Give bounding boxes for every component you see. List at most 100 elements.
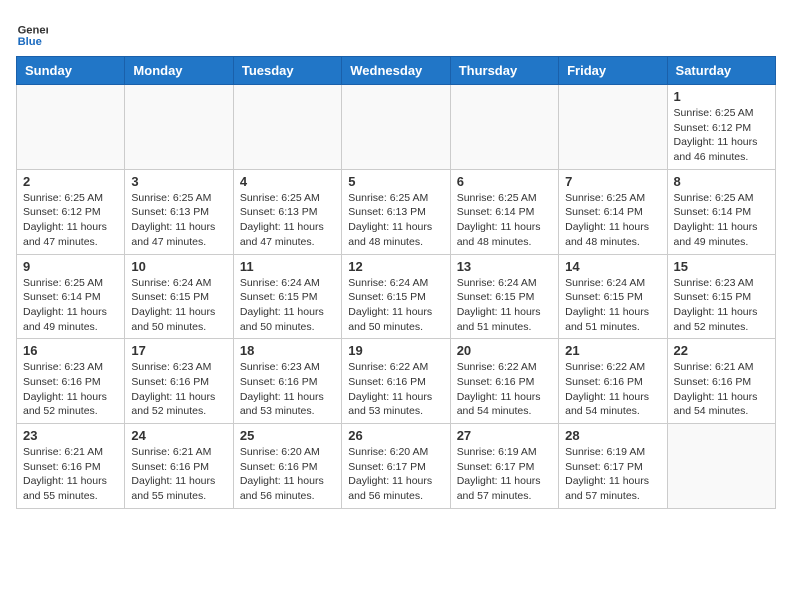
day-number: 26: [348, 428, 443, 443]
day-number: 22: [674, 343, 769, 358]
weekday-header-monday: Monday: [125, 57, 233, 85]
calendar-week-2: 2Sunrise: 6:25 AM Sunset: 6:12 PM Daylig…: [17, 169, 776, 254]
day-info: Sunrise: 6:19 AM Sunset: 6:17 PM Dayligh…: [565, 445, 660, 504]
day-number: 7: [565, 174, 660, 189]
day-number: 5: [348, 174, 443, 189]
day-number: 28: [565, 428, 660, 443]
day-info: Sunrise: 6:23 AM Sunset: 6:16 PM Dayligh…: [240, 360, 335, 419]
calendar-day: 6 Sunrise: 6:25 AM Sunset: 6:14 PM Daylig…: [450, 169, 558, 254]
day-info: Sunrise: 6:22 AM Sunset: 6:16 PM Dayligh…: [348, 360, 443, 419]
day-info: Sunrise: 6:23 AM Sunset: 6:15 PM Dayligh…: [674, 276, 769, 335]
day-number: 15: [674, 259, 769, 274]
day-number: 25: [240, 428, 335, 443]
day-info: Sunrise: 6:20 AM Sunset: 6:16 PM Dayligh…: [240, 445, 335, 504]
day-number: 1: [674, 89, 769, 104]
calendar-day: 3 Sunrise: 6:25 AM Sunset: 6:13 PM Daylig…: [125, 169, 233, 254]
logo: General Blue: [16, 16, 48, 48]
day-number: 6: [457, 174, 552, 189]
calendar-day: 13Sunrise: 6:24 AM Sunset: 6:15 PM Dayli…: [450, 254, 558, 339]
day-number: 12: [348, 259, 443, 274]
day-number: 24: [131, 428, 226, 443]
day-info: Sunrise: 6:24 AM Sunset: 6:15 PM Dayligh…: [240, 276, 335, 335]
calendar-day: 15 Sunrise: 6:23 AM Sunset: 6:15 PM Dayli…: [667, 254, 775, 339]
calendar-day: 2Sunrise: 6:25 AM Sunset: 6:12 PM Daylig…: [17, 169, 125, 254]
calendar-day: 26 Sunrise: 6:20 AM Sunset: 6:17 PM Dayli…: [342, 424, 450, 509]
day-number: 23: [23, 428, 118, 443]
day-number: 19: [348, 343, 443, 358]
weekday-header-tuesday: Tuesday: [233, 57, 341, 85]
calendar-day: 17 Sunrise: 6:23 AM Sunset: 6:16 PM Dayli…: [125, 339, 233, 424]
calendar-day: 8 Sunrise: 6:25 AM Sunset: 6:14 PM Daylig…: [667, 169, 775, 254]
day-number: 10: [131, 259, 226, 274]
calendar-day: 23 Sunrise: 6:21 AM Sunset: 6:16 PM Dayli…: [17, 424, 125, 509]
day-info: Sunrise: 6:25 AM Sunset: 6:14 PM Dayligh…: [674, 191, 769, 250]
svg-text:General: General: [18, 25, 48, 37]
calendar-week-3: 9 Sunrise: 6:25 AM Sunset: 6:14 PM Daylig…: [17, 254, 776, 339]
calendar-day: 4Sunrise: 6:25 AM Sunset: 6:13 PM Daylig…: [233, 169, 341, 254]
day-info: Sunrise: 6:22 AM Sunset: 6:16 PM Dayligh…: [565, 360, 660, 419]
day-info: Sunrise: 6:23 AM Sunset: 6:16 PM Dayligh…: [23, 360, 118, 419]
weekday-header-row: SundayMondayTuesdayWednesdayThursdayFrid…: [17, 57, 776, 85]
calendar-week-5: 23 Sunrise: 6:21 AM Sunset: 6:16 PM Dayli…: [17, 424, 776, 509]
calendar-week-4: 16 Sunrise: 6:23 AM Sunset: 6:16 PM Dayli…: [17, 339, 776, 424]
calendar-day: [450, 85, 558, 170]
calendar-day: [17, 85, 125, 170]
day-number: 16: [23, 343, 118, 358]
calendar-day: 10 Sunrise: 6:24 AM Sunset: 6:15 PM Dayli…: [125, 254, 233, 339]
calendar-day: 25 Sunrise: 6:20 AM Sunset: 6:16 PM Dayli…: [233, 424, 341, 509]
calendar-day: 1 Sunrise: 6:25 AM Sunset: 6:12 PM Daylig…: [667, 85, 775, 170]
day-number: 17: [131, 343, 226, 358]
day-info: Sunrise: 6:21 AM Sunset: 6:16 PM Dayligh…: [674, 360, 769, 419]
calendar-day: 16 Sunrise: 6:23 AM Sunset: 6:16 PM Dayli…: [17, 339, 125, 424]
calendar-day: 19 Sunrise: 6:22 AM Sunset: 6:16 PM Dayli…: [342, 339, 450, 424]
calendar-day: 11 Sunrise: 6:24 AM Sunset: 6:15 PM Dayli…: [233, 254, 341, 339]
calendar-day: 24 Sunrise: 6:21 AM Sunset: 6:16 PM Dayli…: [125, 424, 233, 509]
page-header: General Blue: [16, 16, 776, 48]
day-info: Sunrise: 6:25 AM Sunset: 6:14 PM Dayligh…: [565, 191, 660, 250]
generalblue-logo-icon: General Blue: [16, 16, 48, 48]
day-info: Sunrise: 6:25 AM Sunset: 6:13 PM Dayligh…: [131, 191, 226, 250]
calendar-day: 12 Sunrise: 6:24 AM Sunset: 6:15 PM Dayli…: [342, 254, 450, 339]
day-info: Sunrise: 6:25 AM Sunset: 6:12 PM Dayligh…: [674, 106, 769, 165]
day-info: Sunrise: 6:25 AM Sunset: 6:13 PM Dayligh…: [240, 191, 335, 250]
day-number: 9: [23, 259, 118, 274]
calendar-day: [233, 85, 341, 170]
calendar-day: [125, 85, 233, 170]
day-info: Sunrise: 6:20 AM Sunset: 6:17 PM Dayligh…: [348, 445, 443, 504]
day-info: Sunrise: 6:22 AM Sunset: 6:16 PM Dayligh…: [457, 360, 552, 419]
weekday-header-sunday: Sunday: [17, 57, 125, 85]
day-info: Sunrise: 6:21 AM Sunset: 6:16 PM Dayligh…: [23, 445, 118, 504]
day-info: Sunrise: 6:25 AM Sunset: 6:14 PM Dayligh…: [23, 276, 118, 335]
day-info: Sunrise: 6:19 AM Sunset: 6:17 PM Dayligh…: [457, 445, 552, 504]
calendar-day: 20 Sunrise: 6:22 AM Sunset: 6:16 PM Dayli…: [450, 339, 558, 424]
day-number: 8: [674, 174, 769, 189]
day-info: Sunrise: 6:25 AM Sunset: 6:14 PM Dayligh…: [457, 191, 552, 250]
calendar-day: 18Sunrise: 6:23 AM Sunset: 6:16 PM Dayli…: [233, 339, 341, 424]
day-info: Sunrise: 6:24 AM Sunset: 6:15 PM Dayligh…: [565, 276, 660, 335]
svg-text:Blue: Blue: [18, 36, 42, 48]
day-info: Sunrise: 6:24 AM Sunset: 6:15 PM Dayligh…: [131, 276, 226, 335]
day-number: 13: [457, 259, 552, 274]
calendar-day: 27 Sunrise: 6:19 AM Sunset: 6:17 PM Dayli…: [450, 424, 558, 509]
day-info: Sunrise: 6:23 AM Sunset: 6:16 PM Dayligh…: [131, 360, 226, 419]
calendar-day: [559, 85, 667, 170]
calendar-week-1: 1 Sunrise: 6:25 AM Sunset: 6:12 PM Daylig…: [17, 85, 776, 170]
day-info: Sunrise: 6:24 AM Sunset: 6:15 PM Dayligh…: [348, 276, 443, 335]
day-number: 27: [457, 428, 552, 443]
day-number: 21: [565, 343, 660, 358]
day-number: 3: [131, 174, 226, 189]
calendar-day: 7 Sunrise: 6:25 AM Sunset: 6:14 PM Daylig…: [559, 169, 667, 254]
calendar-table: SundayMondayTuesdayWednesdayThursdayFrid…: [16, 56, 776, 509]
day-number: 2: [23, 174, 118, 189]
day-info: Sunrise: 6:21 AM Sunset: 6:16 PM Dayligh…: [131, 445, 226, 504]
calendar-day: 14Sunrise: 6:24 AM Sunset: 6:15 PM Dayli…: [559, 254, 667, 339]
day-info: Sunrise: 6:25 AM Sunset: 6:13 PM Dayligh…: [348, 191, 443, 250]
day-number: 20: [457, 343, 552, 358]
calendar-day: 28 Sunrise: 6:19 AM Sunset: 6:17 PM Dayli…: [559, 424, 667, 509]
calendar-day: 22 Sunrise: 6:21 AM Sunset: 6:16 PM Dayli…: [667, 339, 775, 424]
weekday-header-thursday: Thursday: [450, 57, 558, 85]
calendar-day: 5 Sunrise: 6:25 AM Sunset: 6:13 PM Daylig…: [342, 169, 450, 254]
day-number: 11: [240, 259, 335, 274]
calendar-day: [667, 424, 775, 509]
weekday-header-friday: Friday: [559, 57, 667, 85]
